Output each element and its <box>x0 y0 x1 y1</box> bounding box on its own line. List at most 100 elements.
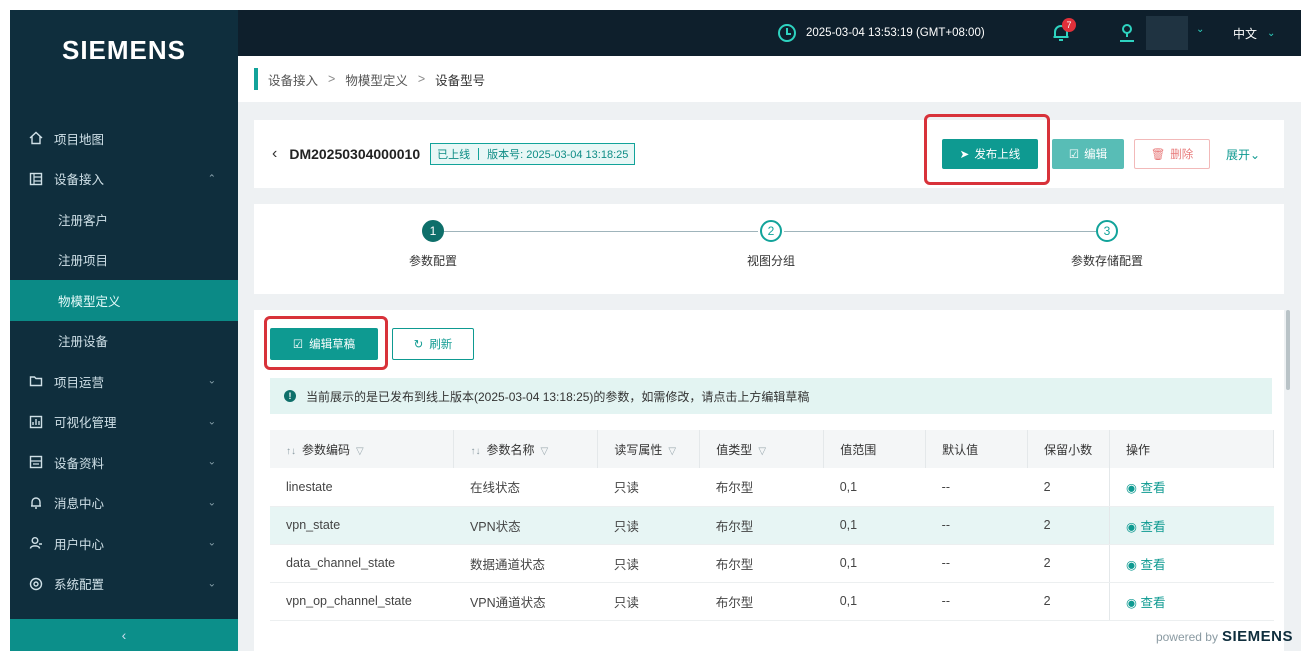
view-link[interactable]: ◉ 查看 <box>1109 582 1274 621</box>
model-header: ‹ DM20250304000010 已上线 版本号: 2025-03-04 1… <box>254 120 1284 188</box>
edit-button[interactable]: ☑ 编辑 <box>1052 139 1124 169</box>
filter-icon[interactable]: ▽ <box>540 446 548 457</box>
chevron-down-icon: ⌄ <box>1267 27 1276 39</box>
user-icon[interactable] <box>1116 22 1138 44</box>
sidebar-item-visualization[interactable]: 可视化管理 ⌄ <box>10 402 238 443</box>
cell-default: -- <box>925 544 1028 583</box>
breadcrumb-item[interactable]: 物模型定义 <box>345 70 408 89</box>
view-link[interactable]: ◉ 查看 <box>1109 468 1274 507</box>
breadcrumb-accent-bar <box>254 68 258 90</box>
refresh-icon: ↻ <box>413 339 424 351</box>
cell-rw: 只读 <box>597 506 700 545</box>
cell-code: vpn_state <box>270 506 454 545</box>
cell-code: data_channel_state <box>270 544 454 583</box>
cell-range: 0,1 <box>823 582 926 621</box>
cell-type: 布尔型 <box>699 582 824 621</box>
sidebar-item-device-docs[interactable]: 设备资料 ⌄ <box>10 442 238 483</box>
sort-icon[interactable]: ↑↓ <box>286 446 296 457</box>
column-header-rw[interactable]: 读写属性 ▽ <box>597 430 701 468</box>
document-icon <box>28 454 44 470</box>
back-icon[interactable]: ‹ <box>272 145 277 163</box>
cell-name: VPN通道状态 <box>453 582 598 621</box>
step-1[interactable]: 1 参数配置 <box>396 220 470 269</box>
sidebar-item-project-map[interactable]: 项目地图 <box>10 118 238 159</box>
column-header-name[interactable]: ↑↓ 参数名称 ▽ <box>453 430 599 468</box>
sidebar-item-device-access[interactable]: 设备接入 ⌃ <box>10 159 238 200</box>
column-header-default: 默认值 <box>925 430 1029 468</box>
highlight-box-edit-draft <box>264 316 388 370</box>
chevron-down-icon: ⌄ <box>207 497 216 509</box>
step-3[interactable]: 3 参数存储配置 <box>1052 220 1162 269</box>
edit-icon: ☑ <box>1068 149 1080 161</box>
step-2[interactable]: 2 视图分组 <box>734 220 808 269</box>
vertical-scrollbar[interactable] <box>1286 310 1290 390</box>
folder-icon <box>28 373 44 389</box>
cell-decimals: 2 <box>1027 506 1110 545</box>
notification-badge: 7 <box>1062 18 1076 32</box>
step-label: 参数配置 <box>408 254 457 268</box>
cell-type: 布尔型 <box>699 506 824 545</box>
chevron-down-icon[interactable]: ⌄ <box>1196 24 1204 35</box>
cell-type: 布尔型 <box>699 468 824 507</box>
sidebar-item-message-center[interactable]: 消息中心 ⌄ <box>10 483 238 524</box>
filter-icon[interactable]: ▽ <box>668 446 676 457</box>
cell-range: 0,1 <box>823 544 926 583</box>
parameters-table: ↑↓ 参数编码 ▽ ↑↓ 参数名称 ▽ 读写属性 ▽ 值类型 ▽ 值范围 默认值 保留小数 … <box>270 430 1274 621</box>
cell-code: vpn_op_channel_state <box>270 582 454 621</box>
chevron-down-icon: ⌄ <box>207 578 216 590</box>
breadcrumb-item[interactable]: 设备接入 <box>268 70 318 89</box>
highlight-box-publish <box>924 114 1050 185</box>
step-label: 参数存储配置 <box>1070 254 1143 268</box>
sidebar-item-project-ops[interactable]: 项目运营 ⌄ <box>10 361 238 402</box>
siemens-logo: SIEMENS <box>61 34 187 65</box>
eye-icon: ◉ <box>1126 557 1141 572</box>
cell-default: -- <box>925 506 1028 545</box>
view-link[interactable]: ◉ 查看 <box>1109 544 1274 583</box>
cell-code: linestate <box>270 468 454 507</box>
table-header-row: ↑↓ 参数编码 ▽ ↑↓ 参数名称 ▽ 读写属性 ▽ 值类型 ▽ 值范围 默认值 保留小数 … <box>270 430 1274 468</box>
refresh-button[interactable]: ↻ 刷新 <box>392 328 474 360</box>
filter-icon[interactable]: ▽ <box>758 446 766 457</box>
datetime-display: 2025-03-04 13:53:19 (GMT+08:00) <box>778 10 985 56</box>
sidebar-item-system-config[interactable]: 系统配置 ⌄ <box>10 564 238 605</box>
eye-icon: ◉ <box>1126 481 1141 496</box>
eye-icon: ◉ <box>1126 595 1141 610</box>
info-icon: ! <box>284 390 296 402</box>
sidebar-item-register-project[interactable]: 注册项目 <box>10 240 238 281</box>
chevron-down-icon: ⌄ <box>1250 147 1261 162</box>
sidebar-item-register-customer[interactable]: 注册客户 <box>10 199 238 240</box>
filter-icon[interactable]: ▽ <box>356 446 364 457</box>
powered-by-footer: powered by SIEMENS <box>1155 628 1293 645</box>
column-header-decimals: 保留小数 <box>1027 430 1111 468</box>
sidebar-collapse-button[interactable]: ‹ <box>10 619 238 651</box>
cell-rw: 只读 <box>597 544 700 583</box>
avatar[interactable] <box>1146 16 1188 50</box>
home-icon <box>28 130 44 146</box>
cell-type: 布尔型 <box>699 544 824 583</box>
model-id: DM20250304000010 <box>289 146 421 162</box>
bell-icon <box>28 495 44 511</box>
info-notice: ! 当前展示的是已发布到线上版本(2025-03-04 13:18:25)的参数… <box>270 378 1272 414</box>
table-row: vpn_op_channel_state VPN通道状态 只读 布尔型 0,1 … <box>270 582 1274 621</box>
view-link[interactable]: ◉ 查看 <box>1109 506 1274 545</box>
sidebar-item-user-center[interactable]: 用户中心 ⌄ <box>10 523 238 564</box>
sidebar-item-register-device[interactable]: 注册设备 <box>10 321 238 362</box>
sidebar-item-thing-model[interactable]: 物模型定义 <box>10 280 238 321</box>
chevron-down-icon: ⌄ <box>207 375 216 387</box>
delete-button[interactable]: 🗑 删除 <box>1134 139 1210 169</box>
column-header-type[interactable]: 值类型 ▽ <box>699 430 825 468</box>
top-bar: 2025-03-04 13:53:19 (GMT+08:00) 7 ⌄ 中文 ⌄ <box>238 10 1301 56</box>
sidebar: SIEMENS 项目地图 设备接入 ⌃ 注册客户 注册项目 物模型定义 注册设备… <box>10 10 238 651</box>
column-header-range: 值范围 <box>823 430 927 468</box>
breadcrumb-current: 设备型号 <box>435 73 486 88</box>
language-switch[interactable]: 中文 ⌄ <box>1233 10 1275 56</box>
cell-default: -- <box>925 468 1028 507</box>
trash-icon: 🗑 <box>1150 149 1166 161</box>
column-header-code[interactable]: ↑↓ 参数编码 ▽ <box>270 430 455 468</box>
cell-decimals: 2 <box>1027 468 1110 507</box>
expand-toggle[interactable]: 展开⌄ <box>1226 146 1260 163</box>
sort-icon[interactable]: ↑↓ <box>470 446 480 457</box>
gear-icon <box>28 576 44 592</box>
cell-name: VPN状态 <box>453 506 598 545</box>
chevron-down-icon: ⌄ <box>207 537 216 549</box>
